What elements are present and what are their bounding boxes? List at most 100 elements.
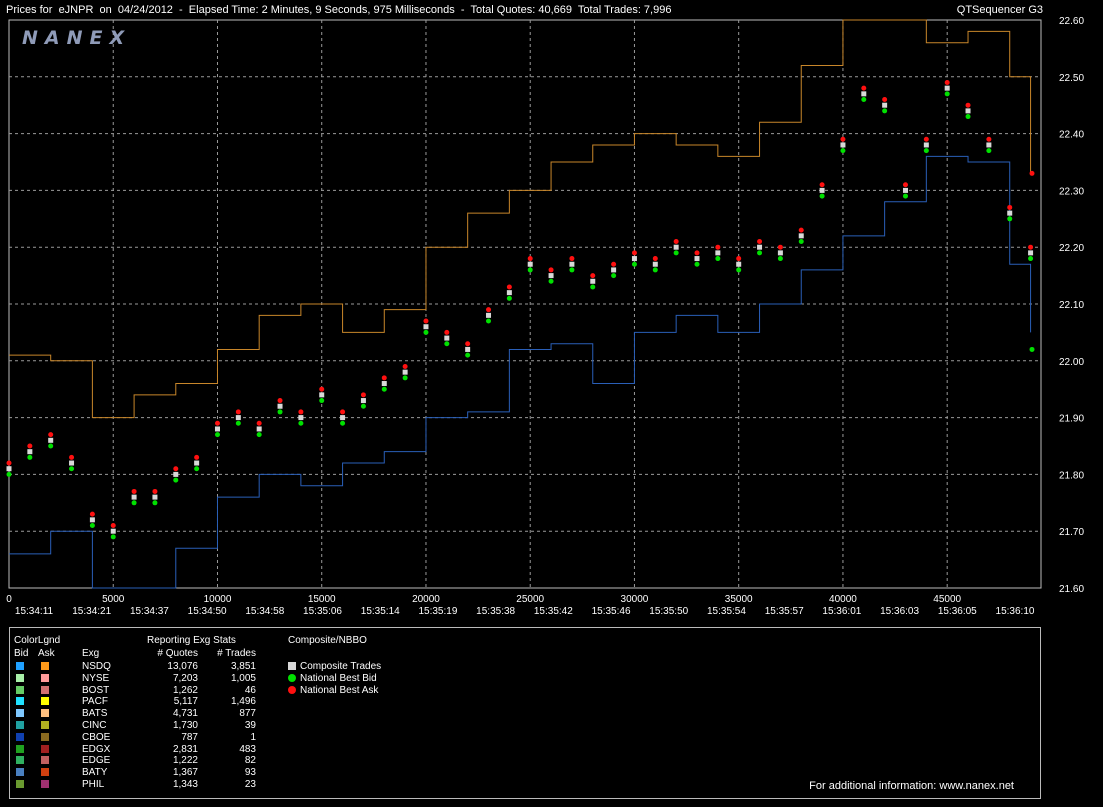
trade-mark [6, 466, 12, 472]
x-tick-label: 5000 [102, 594, 125, 605]
ask-color-swatch [41, 662, 49, 670]
nbb-bid-dot [1028, 256, 1034, 262]
exchange-quotes: 787 [181, 731, 198, 743]
nbb-bid-dot [736, 267, 742, 273]
exchange-bid-line [9, 155, 1032, 589]
nbo-ask-dot [152, 488, 158, 494]
time-label: 15:36:03 [880, 606, 919, 617]
edge-bid-marker [1029, 346, 1035, 352]
nbb-bid-dot [819, 193, 825, 199]
trade-mark [319, 392, 325, 398]
nbo-ask-dot [506, 284, 512, 290]
nbb-bid-dot [402, 375, 408, 381]
nbb-bid-dot [298, 420, 304, 426]
x-tick-label: 15000 [308, 594, 336, 605]
exchange-name: NSDQ [82, 661, 111, 672]
nbo-ask-dot [1028, 244, 1034, 250]
exchange-trades: 46 [244, 684, 256, 696]
time-label: 15:35:14 [361, 606, 400, 617]
time-label: 15:35:50 [649, 606, 688, 617]
exchange-name: EDGX [82, 743, 111, 755]
nbo-ask-dot [798, 227, 804, 233]
bid-color-swatch [16, 709, 24, 718]
trade-mark [986, 142, 992, 148]
ask-color-swatch [41, 732, 49, 741]
nbo-ask-dot [652, 256, 658, 262]
nbo-ask-dot [381, 375, 387, 381]
composite-label: Composite Trades [300, 661, 382, 672]
nbb-bid-dot [798, 239, 804, 245]
nbo-ask-dot [569, 256, 575, 262]
exchange-name: BATY [82, 767, 108, 779]
trade-mark [777, 250, 783, 256]
price-chart: 21.60 21.70 21.80 21.90 22.00 22.10 22.20 22.30… [6, 16, 1084, 617]
nbo-ask-dot [27, 443, 33, 449]
nbo-ask-dot [548, 267, 554, 273]
nbo-ask-dot [944, 79, 950, 85]
y-tick-label: 22.10 [1059, 300, 1084, 311]
exchange-header: Exg [82, 648, 100, 659]
nbo-ask-dot [131, 488, 137, 494]
x-tick-label: 0 [6, 594, 12, 605]
nbo-ask-dot [819, 182, 825, 188]
exchange-trades: 877 [239, 708, 256, 720]
nbo-ask-dot [861, 85, 867, 91]
exchange-trades: 483 [239, 743, 256, 755]
nbb-bid-dot [590, 284, 596, 290]
nbb-bid-dot [986, 148, 992, 154]
nbo-ask-dot [423, 318, 429, 324]
composite-label: National Best Bid [300, 672, 377, 684]
y-tick-label: 21.60 [1059, 584, 1084, 595]
bid-color-swatch [16, 756, 24, 765]
trade-mark [965, 108, 971, 114]
nbb-bid-dot [486, 318, 492, 324]
nbo-ask-dot [360, 392, 366, 398]
trade-mark [902, 187, 908, 193]
exchange-quotes: 5,117 [173, 696, 198, 708]
time-label: 15:34:58 [245, 606, 284, 617]
nbo-ask-dot [340, 409, 346, 415]
trade-mark [840, 142, 846, 148]
nbb-bid-dot [652, 267, 658, 273]
nbb-bid-dot [381, 386, 387, 392]
bid-color-swatch [16, 780, 24, 788]
trade-mark [923, 142, 929, 148]
exchange-quotes: 1,262 [172, 684, 198, 696]
y-tick-label: 22.50 [1059, 73, 1084, 84]
nbb-bid-dot [131, 500, 137, 506]
nbo-ask-dot [986, 136, 992, 142]
nbb-bid-dot [1007, 216, 1013, 222]
composite-swatch [288, 673, 296, 682]
time-label: 15:35:19 [418, 606, 457, 617]
composite-label: National Best Ask [300, 684, 379, 696]
composite-swatch [288, 685, 296, 694]
nbo-ask-dot [319, 386, 325, 392]
bid-header: Bid [14, 648, 29, 659]
nbo-ask-dot [194, 454, 200, 460]
bid-color-swatch [16, 744, 24, 753]
nbb-bid-dot [694, 261, 700, 267]
trade-mark [340, 415, 346, 421]
exchange-trades: 1,496 [230, 696, 256, 708]
trade-mark [214, 426, 220, 432]
x-tick-label: 30000 [621, 594, 649, 605]
nbo-ask-dot [902, 182, 908, 188]
nanex-logo: NANEX [22, 27, 131, 49]
trade-mark [715, 250, 721, 256]
color-legend-header: ColorLgnd [14, 635, 61, 646]
nbb-bid-dot [715, 256, 721, 262]
nbb-bid-dot [152, 500, 158, 506]
edge-ask-marker [1029, 170, 1035, 176]
nbb-bid-dot [944, 91, 950, 97]
exchange-trades: 82 [244, 755, 256, 767]
exchange-name: PACF [82, 696, 108, 708]
nbb-bid-dot [673, 250, 679, 256]
trade-mark [173, 471, 179, 477]
nbb-bid-dot [757, 250, 763, 256]
nbb-bid-dot [569, 267, 575, 273]
nbo-ask-dot [402, 363, 408, 369]
nbb-bid-dot [27, 454, 33, 460]
time-label: 15:35:57 [765, 606, 804, 617]
exchange-name: NYSE [82, 672, 110, 684]
nbb-bid-dot [923, 148, 929, 154]
